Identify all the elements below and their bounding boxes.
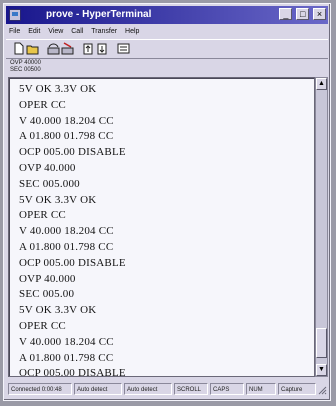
receive-icon xyxy=(97,43,107,55)
window-title: prove - HyperTerminal xyxy=(46,9,152,20)
terminal-line: OPER CC xyxy=(19,209,66,222)
terminal-line: A 01.800 01.798 CC xyxy=(19,351,114,364)
ovp-readout: OVP 40000 xyxy=(10,60,41,66)
terminal-line: OCP 005.00 DISABLE xyxy=(19,146,126,159)
toolbar xyxy=(6,39,328,59)
num-lock-pane: NUM xyxy=(246,383,276,395)
terminal-line: SEC 005.000 xyxy=(19,177,80,190)
capture-pane: Capture xyxy=(278,383,316,395)
title-buttons: _ □ × xyxy=(278,8,326,26)
menu-transfer[interactable]: Transfer xyxy=(88,25,120,38)
disconnect-button[interactable] xyxy=(61,42,74,55)
menu-call[interactable]: Call xyxy=(68,25,86,38)
minimize-button[interactable]: _ xyxy=(279,8,293,20)
terminal-line: A 01.800 01.798 CC xyxy=(19,130,114,143)
vertical-scrollbar[interactable]: ▲ ▼ xyxy=(315,77,328,377)
status-bar: Connected 0:00:48 Auto detect Auto detec… xyxy=(6,382,328,396)
menu-bar: File Edit View Call Transfer Help xyxy=(6,25,328,38)
scroll-thumb[interactable] xyxy=(316,328,327,358)
disconnect-icon xyxy=(61,42,74,55)
terminal-line: OCP 005.00 DISABLE xyxy=(19,367,126,377)
menu-view[interactable]: View xyxy=(45,25,66,38)
sec-readout: SEC 00500 xyxy=(10,67,41,73)
hyperterminal-window: prove - HyperTerminal _ □ × File Edit Vi… xyxy=(3,3,331,401)
terminal-line: 5V OK 3.3V OK xyxy=(19,304,97,317)
terminal-line: 5V OK 3.3V OK xyxy=(19,83,97,95)
call-icon xyxy=(47,43,60,55)
terminal-output[interactable]: 5V OK 3.3V OK OPER CC V 40.000 18.204 CC… xyxy=(8,77,315,377)
send-icon xyxy=(83,43,93,55)
terminal-lines: 5V OK 3.3V OK OPER CC V 40.000 18.204 CC… xyxy=(19,82,126,377)
terminal-line: SEC 005.00 xyxy=(19,288,75,301)
caps-lock-pane: CAPS xyxy=(210,383,244,395)
hyperterminal-app-icon[interactable] xyxy=(9,9,21,21)
new-connection-button[interactable] xyxy=(12,42,25,55)
menu-edit[interactable]: Edit xyxy=(25,25,43,38)
title-bar[interactable]: prove - HyperTerminal _ □ × xyxy=(6,6,328,24)
call-button[interactable] xyxy=(47,42,60,55)
terminal-line: A 01.800 01.798 CC xyxy=(19,240,114,253)
status-info: OVP 40000 SEC 00500 xyxy=(10,60,41,74)
maximize-button[interactable]: □ xyxy=(296,8,310,20)
properties-button[interactable] xyxy=(117,42,130,55)
terminal-line: OVP 40.000 xyxy=(19,161,76,174)
open-button[interactable] xyxy=(26,42,39,55)
terminal-line: OCP 005.00 DISABLE xyxy=(19,256,126,269)
open-icon xyxy=(26,45,39,55)
resize-grip-icon[interactable] xyxy=(317,385,327,395)
connection-time-pane: Connected 0:00:48 xyxy=(8,383,72,395)
receive-button[interactable] xyxy=(96,42,109,55)
scroll-lock-pane: SCROLL xyxy=(174,383,208,395)
properties-icon xyxy=(117,43,130,54)
menu-help[interactable]: Help xyxy=(122,25,142,38)
send-button[interactable] xyxy=(82,42,95,55)
terminal-line: V 40.000 18.204 CC xyxy=(19,335,114,348)
auto-detect-pane: Auto detect xyxy=(74,383,122,395)
terminal-line: 5V OK 3.3V OK xyxy=(19,193,97,206)
menu-file[interactable]: File xyxy=(6,25,23,38)
close-button[interactable]: × xyxy=(313,8,326,20)
new-icon xyxy=(14,42,24,55)
terminal-line: OVP 40.000 xyxy=(19,272,76,285)
terminal-line: V 40.000 18.204 CC xyxy=(19,225,114,238)
auto-detect-pane-2: Auto detect xyxy=(124,383,172,395)
scroll-down-button[interactable]: ▼ xyxy=(316,364,327,376)
scroll-up-button[interactable]: ▲ xyxy=(316,78,327,90)
terminal-line: OPER CC xyxy=(19,98,66,111)
terminal-line: V 40.000 18.204 CC xyxy=(19,114,114,127)
terminal-line: OPER CC xyxy=(19,319,66,332)
